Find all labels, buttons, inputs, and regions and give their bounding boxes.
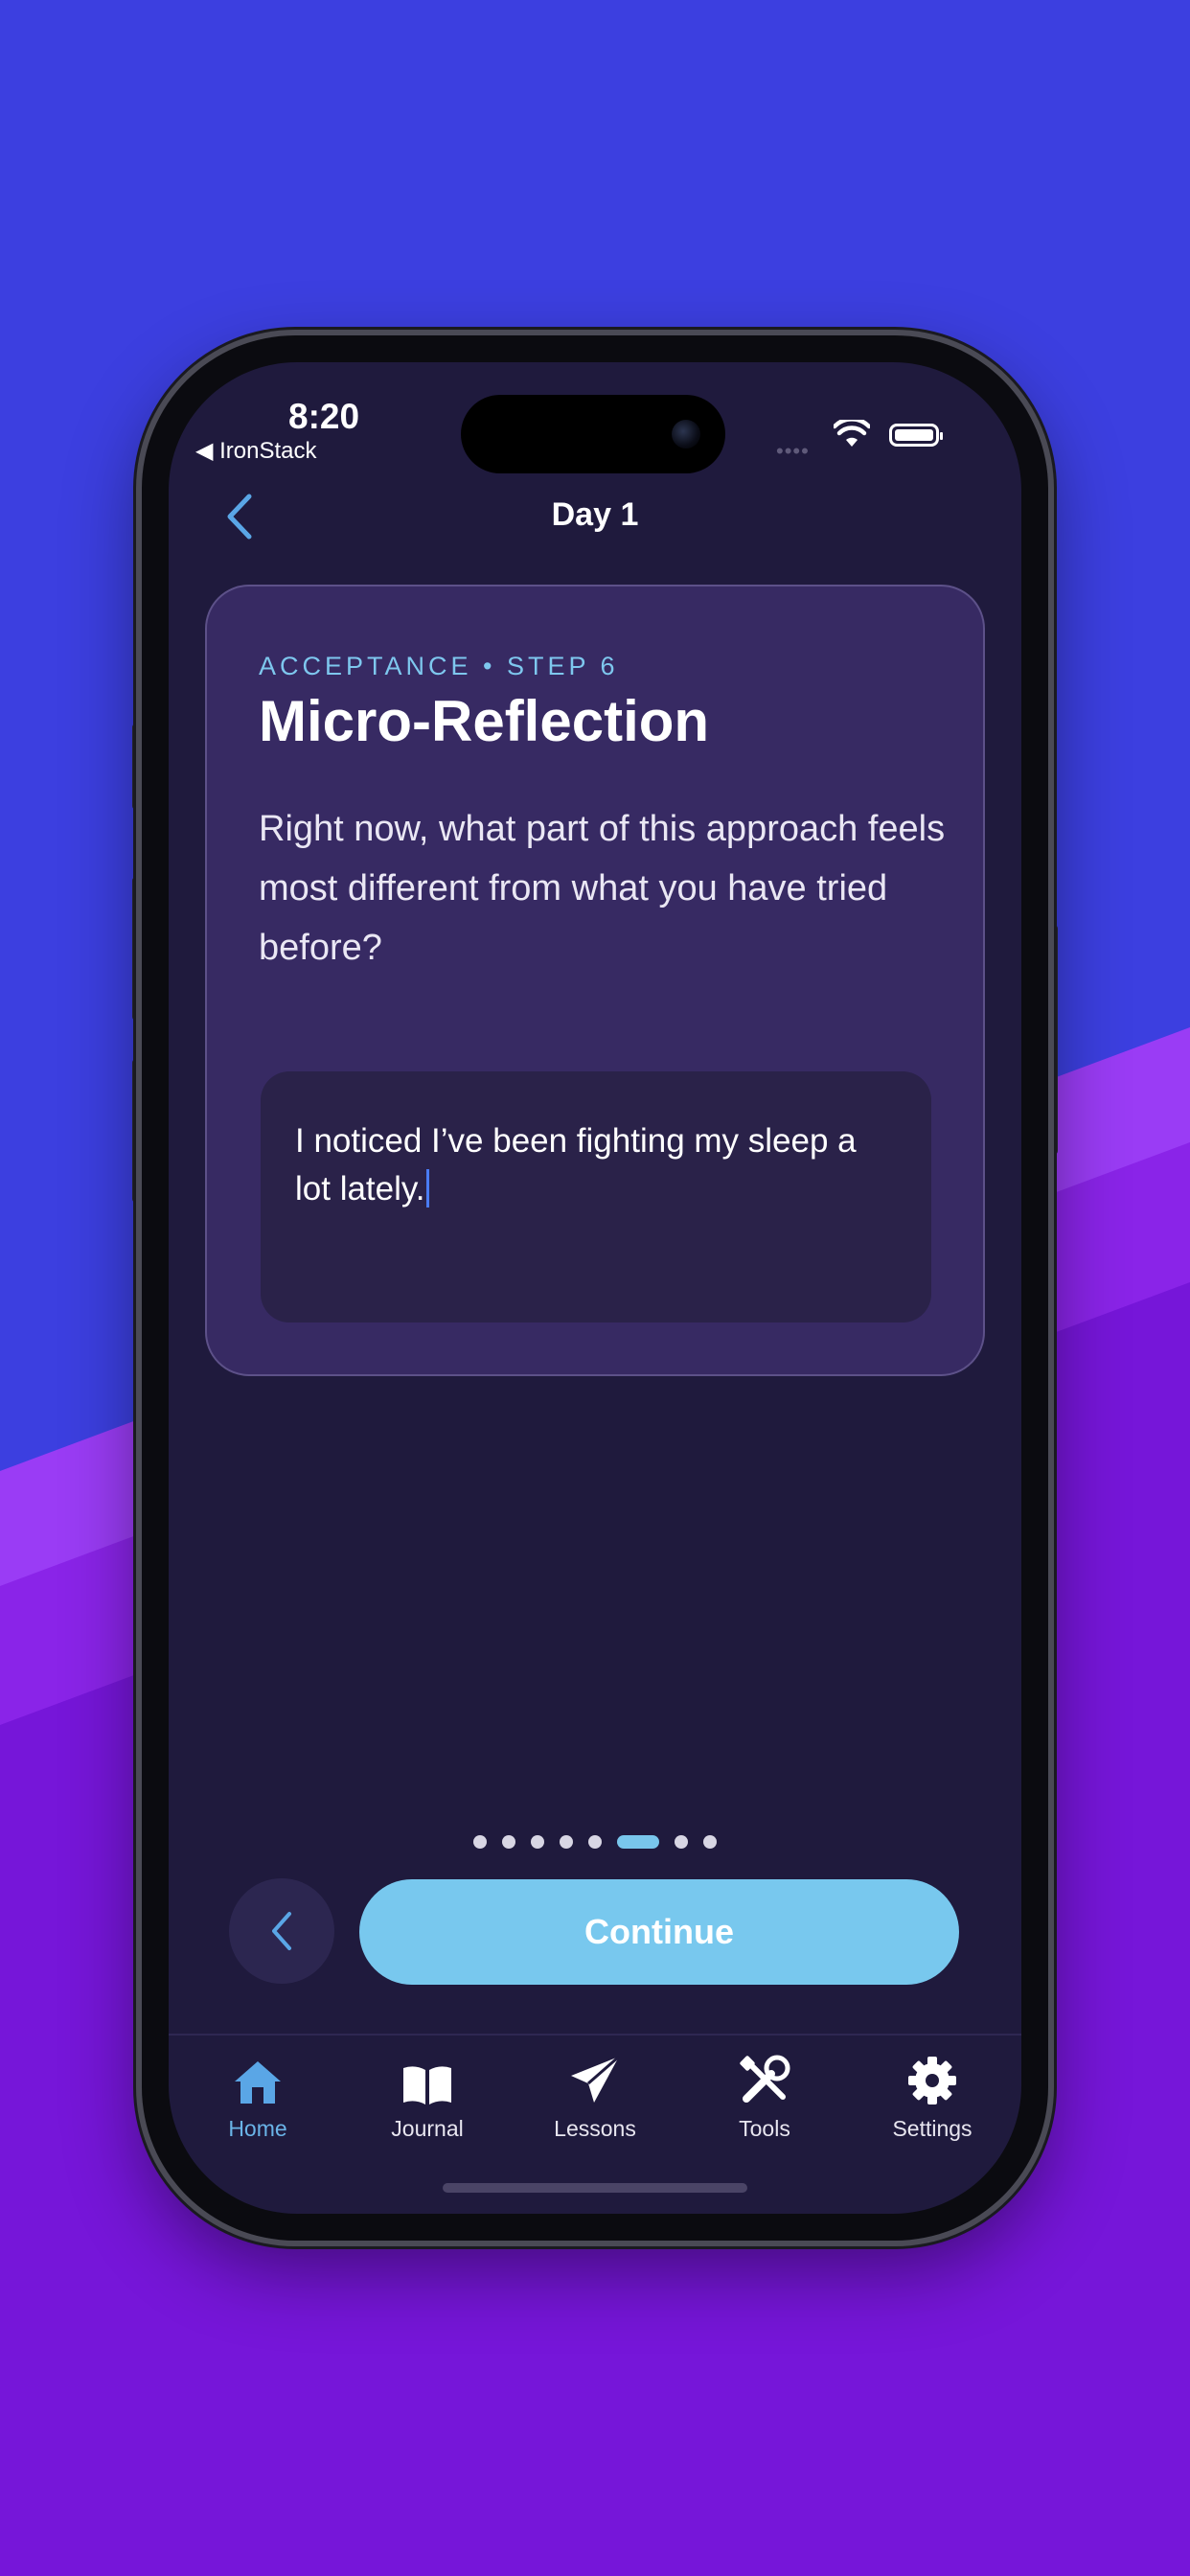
book-icon [403,2066,451,2104]
tab-lessons[interactable]: Lessons [523,2051,667,2142]
pager-dot-active [617,1834,659,1849]
tools-icon [740,2055,790,2103]
battery-icon [889,424,943,447]
house-icon [235,2061,281,2104]
page-title: Day 1 [551,496,639,533]
tab-journal[interactable]: Journal [355,2051,499,2142]
pager-dot [531,1834,544,1849]
step-eyebrow: ACCEPTANCE • STEP 6 [259,652,619,680]
pager-dot [703,1834,717,1849]
tab-label-home: Home [228,2116,287,2141]
pager-dot [560,1834,573,1849]
tab-label-tools: Tools [739,2116,790,2141]
tab-label-journal: Journal [391,2116,464,2141]
wifi-icon [834,420,870,447]
pager-dot [502,1834,515,1849]
tab-label-settings: Settings [892,2116,973,2141]
volume-down-button [132,1059,142,1203]
status-time: 8:20 [288,397,360,436]
previous-step-button[interactable] [229,1878,334,1984]
volume-up-button [132,877,142,1021]
tab-settings[interactable]: Settings [860,2051,1004,2142]
cellular-signal-icon: •••• [776,439,810,463]
action-button [132,724,142,810]
paper-plane-icon [571,2055,620,2103]
answer-text: I noticed I’ve been fighting my sleep a … [295,1122,857,1208]
card-title: Micro-Reflection [259,689,710,753]
pager-dot [675,1834,688,1849]
pager-dot [473,1834,487,1849]
reflection-answer-input[interactable]: I noticed I’ve been fighting my sleep a … [261,1071,931,1322]
phone-screen: 8:20 ◀ IronStack •••• Day 1 ACCEPTANCE •… [169,362,1021,2214]
front-camera [672,420,700,448]
power-button [1048,925,1058,1155]
tab-tools[interactable]: Tools [693,2051,836,2142]
gear-icon [908,2057,956,2104]
reflection-card: ACCEPTANCE • STEP 6 Micro-Reflection Rig… [205,585,985,1376]
home-indicator [443,2183,747,2193]
dynamic-island [461,395,725,473]
back-to-app-link[interactable]: ◀ IronStack [195,437,317,465]
text-caret [425,1169,429,1208]
tab-label-lessons: Lessons [554,2116,636,2141]
tab-home[interactable]: Home [186,2051,330,2142]
continue-button[interactable]: Continue [359,1879,959,1985]
step-pager [169,1833,1021,1851]
reflection-prompt: Right now, what part of this approach fe… [259,809,946,968]
chevron-left-icon [272,1912,291,1950]
pager-dot [588,1834,602,1849]
